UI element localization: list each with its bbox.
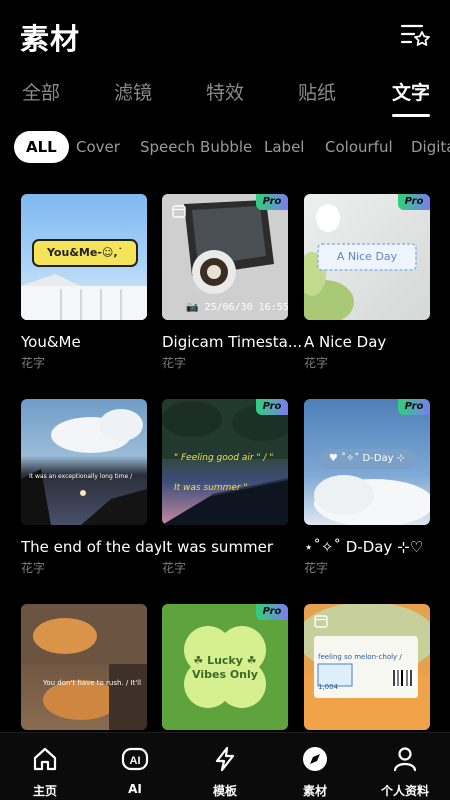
chip-colourful[interactable]: Colourful [325,131,393,163]
card-thumbnail: You&Me-☺,˙ [21,194,147,320]
nav-materials[interactable]: 素材 [270,733,360,800]
sticker-text: ♥ ˚✧˚ D-Day ⊹ [328,453,406,464]
card-subtitle: 花字 [304,561,329,575]
lightning-icon [215,746,235,772]
sticker-text: ☘ Lucky ☘ Vibes Only [192,654,258,681]
pro-badge: Pro [398,399,430,415]
card-title: The end of the day [21,538,161,556]
chip-all[interactable]: ALL [14,131,69,163]
page-title: 素材 [20,22,81,56]
card-title: Digicam Timesta... [162,333,302,351]
sticker-grid: You&Me-☺,˙ You&Me 花字 Pro 📷 25/06/30 16:5… [0,194,450,730]
header: 素材 [0,0,450,70]
ai-icon: AI [121,747,149,771]
card-subtitle: 花字 [162,561,187,575]
card-title: It was summer [162,538,274,556]
sticker-text: A Nice Day [336,250,398,263]
compass-icon [303,747,327,771]
card-subtitle: 花字 [304,356,329,370]
star-list-icon[interactable] [400,22,430,48]
person-icon [393,747,417,772]
tab-effects[interactable]: 特效 [206,78,244,105]
card-thumbnail: feeling so melon-choly / 1,004 [304,604,430,730]
category-tabs: 全部 滤镜 特效 贴纸 文字 [0,78,450,122]
svg-text:AI: AI [130,755,141,767]
card-thumbnail: Pro ☘ Lucky ☘ Vibes Only [162,604,288,730]
pro-badge: Pro [256,604,288,620]
pro-badge: Pro [398,194,430,210]
nav-ai[interactable]: AI AI [90,733,180,800]
card-thumbnail: Pro ♥ ˚✧˚ D-Day ⊹ [304,399,430,525]
card-title: A Nice Day [304,333,387,351]
card-thumbnail: Pro 📷 25/06/30 16:55 [162,194,288,320]
tab-all[interactable]: 全部 [22,78,60,105]
nav-profile[interactable]: 个人资料 [360,733,450,800]
active-tab-indicator [392,114,430,117]
calendar-icon [172,205,186,218]
card-thumbnail: You don't have to rush. / It'll be okay. [21,604,147,730]
chip-cover[interactable]: Cover [76,131,120,163]
sticker-text: " Feeling good air " / " It was summer " [174,453,274,493]
chip-label[interactable]: Label [264,131,304,163]
home-icon [33,747,57,771]
card-subtitle: 花字 [21,561,46,575]
tab-filters[interactable]: 滤镜 [114,78,152,105]
calendar-icon [314,615,328,628]
sticker-text: It was an exceptionally long time / The … [29,473,133,480]
sticker-text: feeling so melon-choly / 1,004 [318,653,402,691]
nav-label: AI [128,782,142,796]
card-thumbnail: Pro A Nice Day [304,194,430,320]
nav-label: 主页 [32,784,57,798]
chip-speech-bubble[interactable]: Speech Bubble [140,131,252,163]
card-subtitle: 花字 [21,356,46,370]
card-thumbnail: It was an exceptionally long time / The … [21,399,147,525]
pro-badge: Pro [256,194,288,210]
card-title: You&Me [21,333,81,351]
sticker-text: You&Me-☺,˙ [46,246,124,259]
sticker-text: 📷 25/06/30 16:55 [186,302,288,313]
tab-stickers[interactable]: 贴纸 [298,78,336,105]
nav-label: 模板 [212,784,237,798]
card-thumbnail: Pro " Feeling good air " / " It was summ… [162,399,288,525]
nav-templates[interactable]: 模板 [180,733,270,800]
nav-label: 素材 [302,784,327,798]
card-subtitle: 花字 [162,356,187,370]
sticker-text: You don't have to rush. / It'll be okay. [43,679,142,687]
filter-chips: ALL Cover Speech Bubble Label Colourful … [0,131,450,165]
nav-label: 个人资料 [380,784,429,798]
card-title: ⋆˚✧˚ D-Day ⊹♡ [304,538,424,556]
bottom-nav: 主页 AI AI 模板 素材 个人资料 [0,732,450,800]
tab-text[interactable]: 文字 [392,78,430,105]
pro-badge: Pro [256,399,288,415]
nav-home[interactable]: 主页 [0,733,90,800]
chip-digital[interactable]: Digita [411,131,450,163]
